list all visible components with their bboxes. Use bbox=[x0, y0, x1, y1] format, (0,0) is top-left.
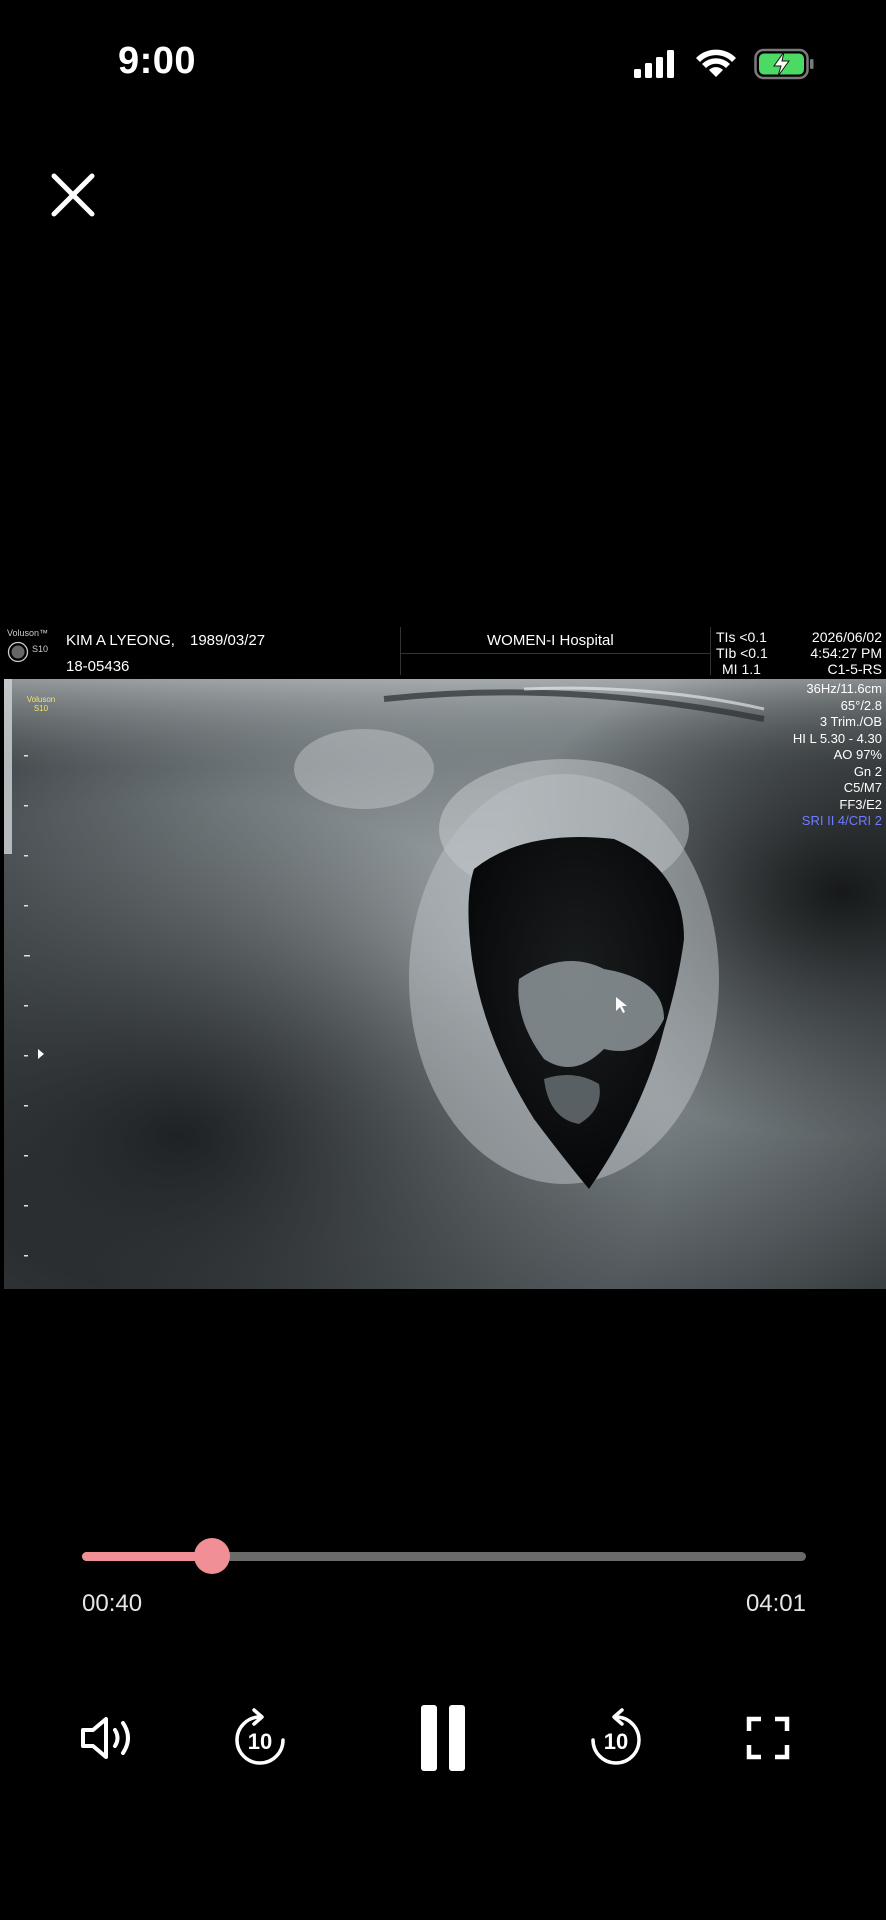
ge-logo bbox=[7, 641, 29, 663]
skip-back-button[interactable]: 10 bbox=[228, 1700, 292, 1776]
param-filter: FF3/E2 bbox=[839, 796, 882, 812]
status-icons bbox=[634, 48, 814, 80]
current-time: 00:40 bbox=[82, 1590, 143, 1617]
fullscreen-button[interactable] bbox=[742, 1700, 794, 1776]
ultrasound-info-bar: Voluson™ S10 KIM A LYEONG, 1989/03/27 18… bbox=[0, 623, 886, 679]
brand-label: Voluson™ bbox=[7, 628, 49, 638]
param-frequency: 36Hz/11.6cm bbox=[806, 681, 882, 696]
param-angle: 65°/2.8 bbox=[840, 697, 882, 713]
model-label: S10 bbox=[32, 644, 49, 654]
ultrasound-image: Voluson S10 bbox=[4, 679, 886, 1289]
param-ao: AO 97% bbox=[833, 747, 882, 762]
video-player[interactable]: Voluson™ S10 KIM A LYEONG, 1989/03/27 18… bbox=[0, 623, 886, 1289]
ultrasound-scan-graphic bbox=[4, 679, 886, 1289]
pause-button[interactable] bbox=[412, 1700, 474, 1776]
skip-forward-seconds: 10 bbox=[604, 1729, 628, 1754]
scan-parameters: 36Hz/11.6cm 65°/2.8 3 Trim./OB HI L 5.30… bbox=[793, 681, 882, 830]
progress-thumb[interactable] bbox=[194, 1538, 231, 1574]
mechanical-index: MI 1.1 bbox=[722, 661, 761, 677]
exam-date: 2026/06/02 bbox=[811, 629, 882, 645]
param-harmonic: HI L 5.30 - 4.30 bbox=[792, 730, 882, 746]
volume-button[interactable] bbox=[78, 1700, 140, 1776]
wifi-icon bbox=[696, 49, 736, 77]
duration: 04:01 bbox=[745, 1590, 806, 1617]
forward-10-icon: 10 bbox=[591, 1708, 641, 1765]
close-icon bbox=[51, 173, 95, 217]
progress-fill bbox=[82, 1552, 213, 1561]
exam-time: 4:54:27 PM bbox=[810, 645, 882, 661]
battery-charging-icon bbox=[754, 48, 814, 80]
progress-slider[interactable] bbox=[82, 1538, 806, 1574]
skip-forward-button[interactable]: 10 bbox=[584, 1700, 648, 1776]
close-button[interactable] bbox=[48, 170, 98, 220]
status-bar: 9:00 bbox=[0, 0, 886, 130]
param-trimester: 3 Trim./OB bbox=[819, 714, 882, 729]
param-compression: C5/M7 bbox=[843, 780, 882, 795]
patient-name: KIM A LYEONG, bbox=[66, 632, 175, 649]
param-gain: Gn 2 bbox=[853, 763, 882, 779]
patient-birth-date: 1989/03/27 bbox=[190, 632, 266, 649]
speaker-icon bbox=[81, 1717, 130, 1759]
ti-bone: TIb <0.1 bbox=[716, 645, 768, 661]
fullscreen-icon bbox=[746, 1716, 790, 1760]
ti-soft-tissue: TIs <0.1 bbox=[716, 629, 767, 645]
param-sri: SRI II 4/CRI 2 bbox=[801, 813, 882, 828]
pause-icon bbox=[421, 1705, 465, 1771]
cellular-signal-icon bbox=[634, 50, 674, 78]
status-time: 9:00 bbox=[118, 40, 197, 82]
hospital-name: WOMEN-I Hospital bbox=[487, 632, 614, 649]
rewind-10-icon: 10 bbox=[235, 1708, 285, 1765]
patient-id: 18-05436 bbox=[66, 658, 130, 675]
probe-logo-text: Voluson S10 bbox=[26, 695, 56, 713]
skip-back-seconds: 10 bbox=[248, 1729, 272, 1754]
probe-label: C1-5-RS bbox=[827, 661, 882, 677]
